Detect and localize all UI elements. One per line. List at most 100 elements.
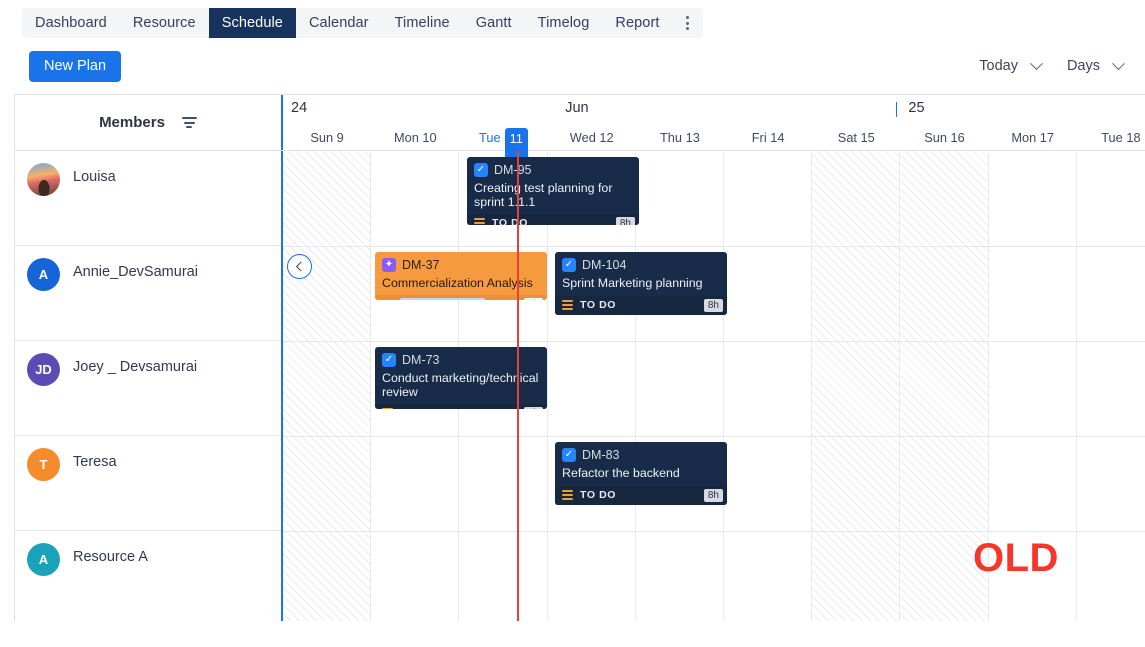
priority-icon bbox=[382, 408, 393, 409]
tab-bar: DashboardResourceScheduleCalendarTimelin… bbox=[22, 8, 703, 38]
member-name: Teresa bbox=[73, 448, 117, 470]
task-card-body: ✓DM-73 Conduct marketing/technical review bbox=[375, 347, 547, 404]
day-header-cell[interactable]: Sun 16 bbox=[900, 124, 988, 151]
task-card[interactable]: ✓DM-95Creating test planning for sprint … bbox=[467, 157, 639, 225]
zoom-level-select[interactable]: Days bbox=[1067, 58, 1123, 74]
task-checkbox-icon: ✓ bbox=[474, 163, 488, 177]
task-card-footer: TO DO7h bbox=[375, 404, 547, 409]
tab-report[interactable]: Report bbox=[602, 8, 672, 38]
task-key-line: ✓DM-73 bbox=[382, 353, 539, 367]
chevron-down-icon bbox=[1030, 57, 1043, 70]
task-key-line: ✓DM-104 bbox=[562, 258, 719, 272]
task-card-body: ✓DM-104Sprint Marketing planning bbox=[555, 252, 727, 296]
day-column[interactable] bbox=[724, 151, 812, 621]
task-card-footer: TO DO8h bbox=[467, 214, 639, 225]
status-badge: TO DO bbox=[492, 217, 528, 225]
story-bolt-icon: ✦ bbox=[382, 258, 396, 272]
day-label: Sun 9 bbox=[310, 130, 343, 145]
filter-icon[interactable] bbox=[182, 117, 197, 128]
more-tabs-icon[interactable] bbox=[673, 8, 703, 38]
day-label: Sun 16 bbox=[924, 130, 965, 145]
day-header-cell[interactable]: Sat 15 bbox=[812, 124, 900, 151]
task-key-line: ✓DM-95 bbox=[474, 163, 631, 177]
task-card[interactable]: ✓DM-83Refactor the backendTO DO8h bbox=[555, 442, 727, 505]
member-name: Annie_DevSamurai bbox=[73, 258, 198, 280]
day-header-cell[interactable]: Sun 9 bbox=[283, 124, 371, 151]
member-row[interactable]: AAnnie_DevSamurai bbox=[15, 246, 281, 341]
collapse-members-panel-button[interactable] bbox=[287, 254, 312, 279]
week-label: 25 bbox=[908, 100, 924, 116]
avatar: A bbox=[27, 543, 60, 576]
tab-bar-container: DashboardResourceScheduleCalendarTimelin… bbox=[0, 0, 1145, 38]
day-header-cell[interactable]: Mon 17 bbox=[989, 124, 1077, 151]
day-header-cell[interactable]: Fri 14 bbox=[724, 124, 812, 151]
tab-calendar[interactable]: Calendar bbox=[296, 8, 382, 38]
priority-icon bbox=[562, 490, 573, 500]
day-column[interactable] bbox=[1077, 151, 1145, 621]
board-header: Members 24Jun25 Sun 9Mon 10Tue11Wed 12Th… bbox=[15, 95, 1145, 151]
timeline-header: 24Jun25 Sun 9Mon 10Tue11Wed 12Thu 13Fri … bbox=[283, 95, 1145, 150]
member-name: Louisa bbox=[73, 163, 116, 185]
task-card-body: ✓DM-95Creating test planning for sprint … bbox=[467, 157, 639, 214]
task-key-line: ✦ DM-37 bbox=[382, 258, 539, 272]
day-label: Tue bbox=[479, 130, 501, 145]
day-header-cell[interactable]: Wed 12 bbox=[548, 124, 636, 151]
tab-gantt[interactable]: Gantt bbox=[463, 8, 525, 38]
day-header-cell[interactable]: Tue 18 bbox=[1077, 124, 1145, 151]
date-range-value: Today bbox=[979, 58, 1018, 74]
member-row[interactable]: A Resource A bbox=[15, 531, 281, 621]
task-card-footer: TO DO8h bbox=[555, 486, 727, 505]
status-badge: TO DO bbox=[400, 407, 436, 409]
task-key: DM-104 bbox=[582, 258, 626, 272]
member-row[interactable]: T Teresa bbox=[15, 436, 281, 531]
avatar: T bbox=[27, 448, 60, 481]
task-key: DM-37 bbox=[402, 258, 440, 272]
status-badge: TO DO bbox=[580, 299, 616, 311]
day-label: Wed 12 bbox=[570, 130, 614, 145]
day-header-cell[interactable]: Thu 13 bbox=[636, 124, 724, 151]
avatar bbox=[27, 163, 60, 196]
row-divider bbox=[283, 246, 1145, 247]
new-plan-button[interactable]: New Plan bbox=[29, 51, 121, 82]
estimate-badge: 8h bbox=[704, 299, 723, 312]
zoom-level-value: Days bbox=[1067, 58, 1100, 74]
avatar: JD bbox=[27, 353, 60, 386]
members-header-label: Members bbox=[99, 114, 165, 131]
task-card-body: ✦DM-37Commercialization Analysis bbox=[375, 252, 547, 295]
task-card-body: ✓DM-83Refactor the backend bbox=[555, 442, 727, 486]
task-card-footer: TO DO 8h bbox=[555, 296, 727, 315]
day-column[interactable] bbox=[636, 151, 724, 621]
status-badge: IN PROGRESS bbox=[400, 298, 485, 300]
members-column-header: Members bbox=[15, 95, 283, 150]
day-label: Fri 14 bbox=[752, 130, 785, 145]
row-divider bbox=[283, 531, 1145, 532]
task-summary: Conduct marketing/technical review bbox=[382, 371, 539, 399]
task-card[interactable]: ✓DM-73 Conduct marketing/technical review… bbox=[375, 347, 547, 409]
day-header-cell[interactable]: Tue11 bbox=[459, 124, 547, 151]
day-label: Thu 13 bbox=[660, 130, 700, 145]
chevron-left-icon bbox=[296, 262, 306, 272]
task-card[interactable]: ✓DM-104Sprint Marketing planning TO DO 8h bbox=[555, 252, 727, 315]
day-label: Mon 17 bbox=[1011, 130, 1054, 145]
date-range-select[interactable]: Today bbox=[979, 58, 1041, 74]
estimate-badge: 8h bbox=[704, 489, 723, 502]
weekend-column[interactable] bbox=[283, 151, 371, 621]
task-card[interactable]: ✦DM-37Commercialization AnalysisIN PROGR… bbox=[375, 252, 547, 300]
tab-timelog[interactable]: Timelog bbox=[525, 8, 603, 38]
task-key: DM-73 bbox=[402, 353, 440, 367]
row-divider bbox=[283, 341, 1145, 342]
month-label: Jun bbox=[565, 100, 588, 116]
tab-resource[interactable]: Resource bbox=[120, 8, 209, 38]
tab-timeline[interactable]: Timeline bbox=[382, 8, 463, 38]
day-header-cell[interactable]: Mon 10 bbox=[371, 124, 459, 151]
tab-schedule[interactable]: Schedule bbox=[209, 8, 296, 38]
row-divider bbox=[283, 436, 1145, 437]
member-row[interactable]: Louisa bbox=[15, 151, 281, 246]
today-indicator-line bbox=[517, 151, 519, 621]
member-name: Resource A bbox=[73, 543, 148, 565]
task-key: DM-83 bbox=[582, 448, 620, 462]
weekend-column[interactable] bbox=[812, 151, 900, 621]
tab-dashboard[interactable]: Dashboard bbox=[22, 8, 120, 38]
task-checkbox-icon: ✓ bbox=[562, 448, 576, 462]
member-row[interactable]: JDJoey _ Devsamurai bbox=[15, 341, 281, 436]
